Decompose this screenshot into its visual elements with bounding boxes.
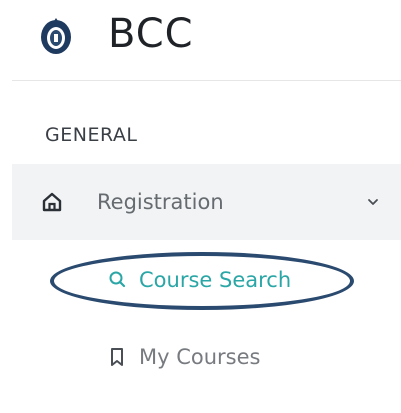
sidebar-item-registration[interactable]: Registration [12, 164, 401, 240]
bookmark-icon [111, 348, 123, 366]
search-icon [109, 271, 126, 288]
sidebar-subitem-course-search[interactable]: Course Search [0, 260, 401, 300]
header-divider [12, 80, 401, 81]
app-header: BCC [0, 0, 401, 80]
sidebar-item-label: Registration [97, 190, 224, 214]
chevron-down-icon[interactable] [366, 195, 380, 209]
app-title: BCC [108, 11, 194, 57]
home-icon [42, 192, 62, 212]
section-label-general: GENERAL [45, 124, 138, 146]
logo-icon [41, 18, 71, 54]
sidebar-subitem-my-courses[interactable]: My Courses [0, 337, 401, 377]
sidebar-subitem-label: Course Search [139, 268, 292, 292]
sidebar-subitem-label: My Courses [139, 345, 261, 369]
